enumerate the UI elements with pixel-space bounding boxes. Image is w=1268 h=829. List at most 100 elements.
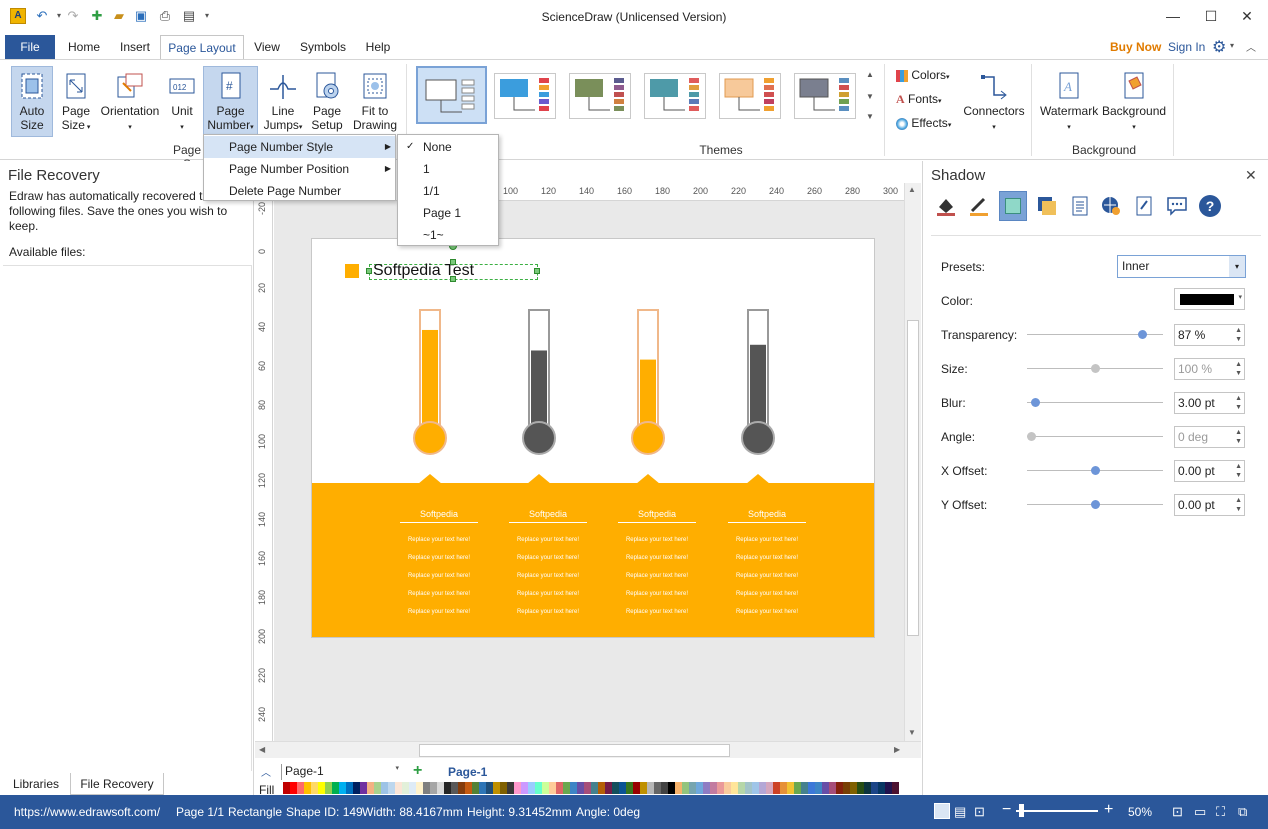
palette-swatch[interactable] — [731, 782, 738, 794]
palette-swatch[interactable] — [563, 782, 570, 794]
palette-swatch[interactable] — [353, 782, 360, 794]
palette-swatch[interactable] — [724, 782, 731, 794]
theme-thumb-1[interactable] — [416, 66, 487, 124]
line-jumps-button[interactable]: Line Jumps▾ — [261, 66, 305, 137]
text-column[interactable]: Softpedia Replace your text here! Replace … — [728, 509, 806, 621]
spin-arrows-icon[interactable]: ▲ ▼ — [1235, 428, 1242, 446]
watermark-button[interactable]: A Watermark ▾ — [1040, 66, 1098, 137]
palette-swatch[interactable] — [794, 782, 801, 794]
palette-swatch[interactable] — [367, 782, 374, 794]
palette-swatch[interactable] — [388, 782, 395, 794]
palette-swatch[interactable] — [647, 782, 654, 794]
background-button[interactable]: Background ▾ — [1102, 66, 1166, 137]
thermometer[interactable] — [413, 309, 447, 455]
palette-swatch[interactable] — [843, 782, 850, 794]
add-page-icon[interactable]: + — [413, 762, 422, 780]
spin-arrows-icon[interactable]: ▲ ▼ — [1235, 360, 1242, 378]
page-selector[interactable]: Page-1 ▾ — [281, 764, 401, 780]
thermometer[interactable] — [741, 309, 775, 455]
palette-swatch[interactable] — [500, 782, 507, 794]
menu-item-page-number-position[interactable]: Page Number Position ▶ — [204, 158, 395, 180]
shape-tool-icon[interactable] — [1036, 195, 1058, 217]
window-icon[interactable]: ⧉ — [1238, 804, 1247, 820]
spin-arrows-icon[interactable]: ▲ ▼ — [1235, 496, 1242, 514]
settings-dropdown-icon[interactable]: ▾ — [1230, 41, 1234, 50]
presets-select[interactable]: Inner ▾ — [1117, 255, 1246, 278]
palette-swatch[interactable] — [836, 782, 843, 794]
fit-width-icon[interactable]: ▭ — [1194, 804, 1206, 820]
palette-swatch[interactable] — [549, 782, 556, 794]
sign-in-link[interactable]: Sign In — [1168, 40, 1205, 54]
palette-swatch[interactable] — [339, 782, 346, 794]
effects-button[interactable]: Effects▾ — [896, 116, 951, 130]
palette-swatch[interactable] — [640, 782, 647, 794]
style-option-tilde[interactable]: ~1~ — [398, 224, 498, 246]
palette-swatch[interactable] — [332, 782, 339, 794]
palette-swatch[interactable] — [626, 782, 633, 794]
maximize-button[interactable]: ☐ — [1196, 6, 1226, 26]
scroll-left-icon[interactable]: ◀ — [259, 745, 265, 754]
palette-swatch[interactable] — [864, 782, 871, 794]
scroll-down-icon[interactable]: ▼ — [908, 728, 916, 737]
gallery-more-icon[interactable]: ▼ — [866, 112, 874, 121]
palette-swatch[interactable] — [423, 782, 430, 794]
palette-swatch[interactable] — [437, 782, 444, 794]
collapse-icon[interactable]: ︿ — [261, 764, 271, 779]
comment-tool-icon[interactable] — [1166, 195, 1188, 217]
slider-knob[interactable] — [1138, 330, 1148, 339]
property-spinbox[interactable]: 3.00 pt ▲ ▼ — [1174, 392, 1245, 414]
close-panel-icon[interactable]: ✕ — [1245, 167, 1257, 184]
website-link[interactable]: https://www.edrawsoft.com/ — [14, 805, 160, 819]
tab-file[interactable]: File — [5, 35, 55, 59]
palette-swatch[interactable] — [808, 782, 815, 794]
thermometer[interactable] — [631, 309, 665, 455]
palette-swatch[interactable] — [493, 782, 500, 794]
palette-swatch[interactable] — [738, 782, 745, 794]
palette-swatch[interactable] — [598, 782, 605, 794]
property-slider[interactable] — [1027, 402, 1163, 403]
palette-swatch[interactable] — [514, 782, 521, 794]
palette-swatch[interactable] — [479, 782, 486, 794]
shadow-tool-icon[interactable] — [999, 191, 1027, 221]
zoom-level[interactable]: 50% — [1128, 805, 1152, 819]
thermometer[interactable] — [522, 309, 556, 455]
palette-swatch[interactable] — [857, 782, 864, 794]
palette-swatch[interactable] — [465, 782, 472, 794]
palette-swatch[interactable] — [633, 782, 640, 794]
tab-libraries[interactable]: Libraries — [4, 773, 68, 795]
palette-swatch[interactable] — [360, 782, 367, 794]
available-files-list[interactable] — [3, 265, 252, 771]
palette-swatch[interactable] — [444, 782, 451, 794]
hyperlink-tool-icon[interactable] — [1100, 195, 1122, 217]
full-screen-icon[interactable]: ⛶ — [1216, 804, 1225, 820]
theme-thumb-5[interactable] — [719, 73, 781, 119]
close-button[interactable]: ✕ — [1232, 6, 1262, 26]
theme-thumb-6[interactable] — [794, 73, 856, 119]
palette-swatch[interactable] — [766, 782, 773, 794]
theme-thumb-3[interactable] — [569, 73, 631, 119]
palette-swatch[interactable] — [850, 782, 857, 794]
palette-swatch[interactable] — [486, 782, 493, 794]
palette-swatch[interactable] — [297, 782, 304, 794]
fill-tool-icon[interactable] — [935, 195, 957, 217]
palette-swatch[interactable] — [381, 782, 388, 794]
palette-swatch[interactable] — [507, 782, 514, 794]
page-tab-active[interactable]: Page-1 — [448, 765, 487, 779]
palette-swatch[interactable] — [773, 782, 780, 794]
horizontal-scroll-thumb[interactable] — [419, 744, 730, 757]
style-option-number[interactable]: 1 — [398, 158, 498, 180]
palette-swatch[interactable] — [304, 782, 311, 794]
palette-swatch[interactable] — [458, 782, 465, 794]
vertical-scroll-thumb[interactable] — [907, 320, 919, 636]
zoom-in-icon[interactable]: + — [1104, 801, 1113, 819]
buy-now-link[interactable]: Buy Now — [1110, 40, 1161, 54]
tab-insert[interactable]: Insert — [113, 35, 157, 59]
palette-swatch[interactable] — [696, 782, 703, 794]
theme-thumb-2[interactable] — [494, 73, 556, 119]
tab-file-recovery[interactable]: File Recovery — [70, 773, 164, 795]
scroll-right-icon[interactable]: ▶ — [894, 745, 900, 754]
tab-symbols[interactable]: Symbols — [293, 35, 353, 59]
palette-swatch[interactable] — [409, 782, 416, 794]
palette-swatch[interactable] — [619, 782, 626, 794]
normal-view-icon[interactable] — [934, 803, 950, 819]
